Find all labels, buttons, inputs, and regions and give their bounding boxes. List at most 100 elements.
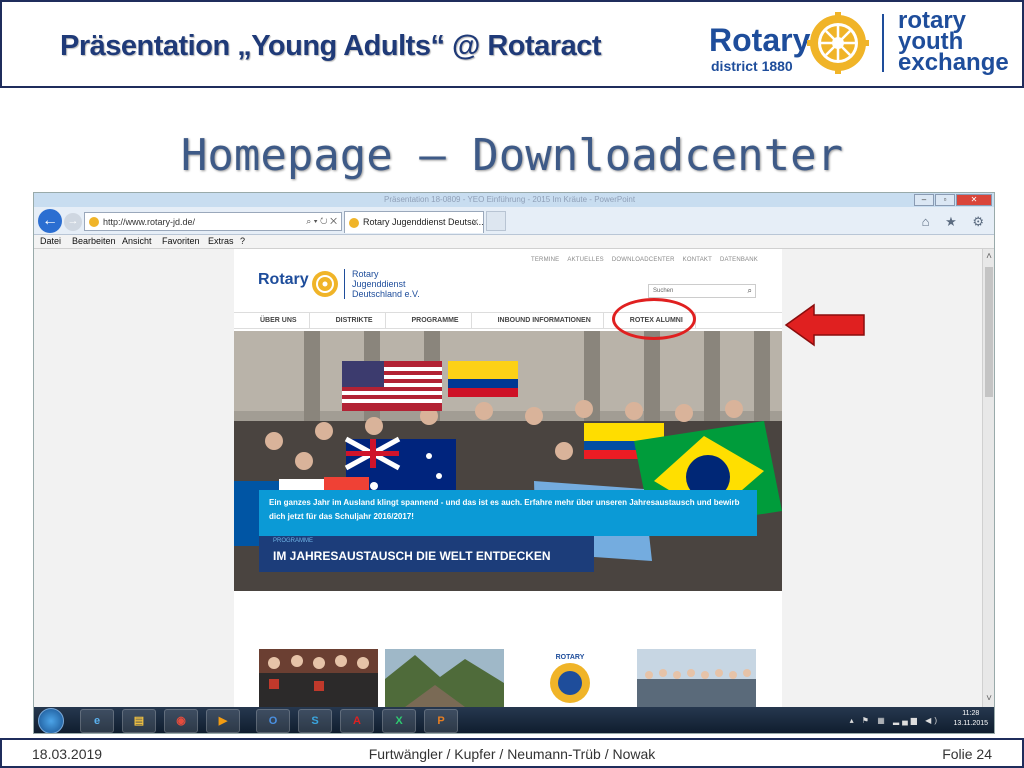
back-button[interactable]: ← — [38, 209, 62, 233]
browser-viewport: TERMINE AKTUELLES DOWNLOADCENTER KONTAKT… — [34, 249, 984, 707]
address-bar[interactable]: http://www.rotary-jd.de/ ⌕ ▾ ↻ ✕ — [84, 212, 342, 231]
thumbnail-rotary-text: ROTARY — [556, 654, 585, 661]
taskbar-clock[interactable]: 11:28 13.11.2015 — [953, 709, 988, 729]
landscape-thumbnail-image — [385, 649, 504, 707]
downloadcenter-highlight-circle — [612, 298, 696, 340]
org-line: Jugenddienst — [352, 279, 406, 289]
thumbnail-group-photo[interactable] — [259, 649, 378, 707]
hero-kicker: PROGRAMME — [273, 538, 314, 544]
colombia-flag — [448, 361, 518, 397]
address-url: http://www.rotary-jd.de/ — [103, 217, 196, 227]
tab-favicon-icon — [349, 218, 359, 228]
site-rotary-wheel-icon — [312, 271, 338, 297]
browser-tab[interactable]: Rotary Jugenddienst Deutsc... ✕ — [344, 211, 484, 233]
start-button[interactable] — [38, 708, 64, 733]
skype-icon[interactable]: S — [298, 709, 332, 733]
footer-date: 18.03.2019 — [32, 746, 103, 762]
teaser-thumbnails: ROTARY — [259, 649, 756, 707]
file-explorer-icon[interactable]: ▤ — [122, 709, 156, 733]
acrobat-icon[interactable]: A — [340, 709, 374, 733]
menu-item-ansicht[interactable]: Ansicht — [122, 236, 152, 246]
new-tab-button[interactable] — [486, 211, 506, 231]
youth-exchange-logo: rotary youth exchange — [898, 9, 1009, 76]
media-player-icon[interactable]: ▶ — [206, 709, 240, 733]
site-search-placeholder: Suchen — [653, 288, 674, 294]
forward-button[interactable]: → — [64, 213, 82, 231]
powerpoint-icon[interactable]: P — [424, 709, 458, 733]
browser-navbar: ← → http://www.rotary-jd.de/ ⌕ ▾ ↻ ✕ Rot… — [34, 207, 994, 235]
thumbnail-group-outdoor[interactable] — [637, 649, 756, 707]
nav-item-ueber-uns[interactable]: ÜBER UNS — [234, 313, 310, 328]
hero-headline[interactable]: IM JAHRESAUSTAUSCH DIE WELT ENTDECKEN — [273, 549, 551, 563]
system-tray-icons[interactable]: ▴ ⚑ ▦ ▂▄▆ ◀) — [850, 716, 940, 725]
org-line: Deutschland e.V. — [352, 289, 420, 299]
site-logo[interactable]: Rotary — [258, 271, 309, 289]
tab-title: Rotary Jugenddienst Deutsc... — [363, 217, 484, 227]
tab-close-icon[interactable]: ✕ — [471, 217, 479, 228]
site-favicon-icon — [89, 217, 99, 227]
outdoor-group-thumbnail-image — [637, 649, 756, 707]
scroll-up-icon[interactable]: ˄ — [983, 251, 994, 262]
vertical-scrollbar[interactable]: ˄ ˅ — [982, 249, 994, 707]
website: TERMINE AKTUELLES DOWNLOADCENTER KONTAKT… — [234, 249, 782, 707]
top-link-aktuelles[interactable]: AKTUELLES — [567, 257, 603, 263]
close-button[interactable]: ✕ — [956, 194, 992, 206]
nav-item-distrikte[interactable]: DISTRIKTE — [310, 313, 386, 328]
footer-slide-number: Folie 24 — [942, 746, 992, 762]
address-controls[interactable]: ⌕ ▾ ↻ ✕ — [306, 216, 337, 227]
slide-footer: Furtwängler / Kupfer / Neumann-Trüb / No… — [0, 738, 1024, 768]
browser-tools[interactable]: ⌂ ★ ⚙ — [922, 214, 990, 230]
menu-item-bearbeiten[interactable]: Bearbeiten — [72, 236, 116, 246]
logo-ye-line: exchange — [898, 49, 1009, 76]
site-logo-divider — [344, 269, 345, 299]
scroll-thumb[interactable] — [985, 267, 993, 397]
window-titlebar: Präsentation 18-0809 - YEO Einführung - … — [34, 193, 994, 207]
slide: Präsentation „Young Adults“ @ Rotaract R… — [0, 0, 1024, 768]
scroll-down-icon[interactable]: ˅ — [983, 693, 994, 704]
windows-taskbar: e ▤ ◉ ▶ O S A X P ▴ ⚑ ▦ ▂▄▆ ◀) 11:28 13.… — [34, 707, 994, 733]
slide-main-title: Homepage – Downloadcenter — [180, 130, 844, 181]
org-line: Rotary — [352, 269, 379, 279]
rotary-district-text: district 1880 — [711, 58, 793, 74]
nav-item-programme[interactable]: PROGRAMME — [386, 313, 472, 328]
maximize-button[interactable]: ▫ — [935, 194, 955, 206]
thumbnail-rotary-logo[interactable]: ROTARY — [511, 649, 630, 707]
usa-flag — [342, 361, 442, 411]
top-link-datenbank[interactable]: DATENBANK — [720, 257, 758, 263]
minimize-button[interactable]: – — [914, 194, 934, 206]
outlook-icon[interactable]: O — [256, 709, 290, 733]
menu-item-datei[interactable]: Datei — [40, 236, 61, 246]
internet-explorer-icon[interactable]: e — [80, 709, 114, 733]
clock-date: 13.11.2015 — [953, 720, 988, 727]
site-search-input[interactable]: Suchen ⌕ — [648, 284, 756, 298]
clock-time: 11:28 — [962, 710, 980, 717]
menu-item-favoriten[interactable]: Favoriten — [162, 236, 200, 246]
window-title: Präsentation 18-0809 - YEO Einführung - … — [384, 195, 636, 204]
menu-item-help[interactable]: ? — [240, 236, 245, 246]
search-icon[interactable]: ⌕ — [748, 286, 752, 296]
top-link-kontakt[interactable]: KONTAKT — [683, 257, 712, 263]
rotary-logo-text: Rotary — [709, 22, 811, 58]
hero-teaser[interactable]: Ein ganzes Jahr im Ausland klingt spanne… — [259, 490, 757, 536]
top-link-termine[interactable]: TERMINE — [531, 257, 559, 263]
hero-caption-box: PROGRAMME IM JAHRESAUSTAUSCH DIE WELT EN… — [259, 534, 594, 572]
top-link-downloadcenter[interactable]: DOWNLOADCENTER — [612, 257, 675, 263]
site-top-links: TERMINE AKTUELLES DOWNLOADCENTER KONTAKT… — [531, 257, 758, 263]
rotary-wheel-icon — [807, 12, 869, 74]
nav-item-inbound[interactable]: INBOUND INFORMATIONEN — [472, 313, 604, 328]
thumbnail-landscape[interactable] — [385, 649, 504, 707]
hero-banner[interactable]: PROGRAMME IM JAHRESAUSTAUSCH DIE WELT EN… — [234, 331, 782, 591]
red-arrow-icon — [784, 303, 865, 347]
group-thumbnail-image — [259, 649, 378, 707]
menu-item-extras[interactable]: Extras — [208, 236, 234, 246]
excel-icon[interactable]: X — [382, 709, 416, 733]
window-controls: – ▫ ✕ — [914, 194, 992, 206]
slide-header-title: Präsentation „Young Adults“ @ Rotaract — [60, 30, 602, 62]
browser-screenshot: Präsentation 18-0809 - YEO Einführung - … — [33, 192, 995, 734]
menu-bar: Datei Bearbeiten Ansicht Favoriten Extra… — [34, 235, 994, 249]
site-org-name: Rotary Jugenddienst Deutschland e.V. — [352, 269, 420, 299]
footer-authors: Furtwängler / Kupfer / Neumann-Trüb / No… — [368, 746, 656, 762]
rotary-globe-thumbnail-image: ROTARY — [511, 649, 630, 707]
chrome-icon[interactable]: ◉ — [164, 709, 198, 733]
site-main-nav: ÜBER UNS DISTRIKTE PROGRAMME INBOUND INF… — [234, 312, 782, 329]
